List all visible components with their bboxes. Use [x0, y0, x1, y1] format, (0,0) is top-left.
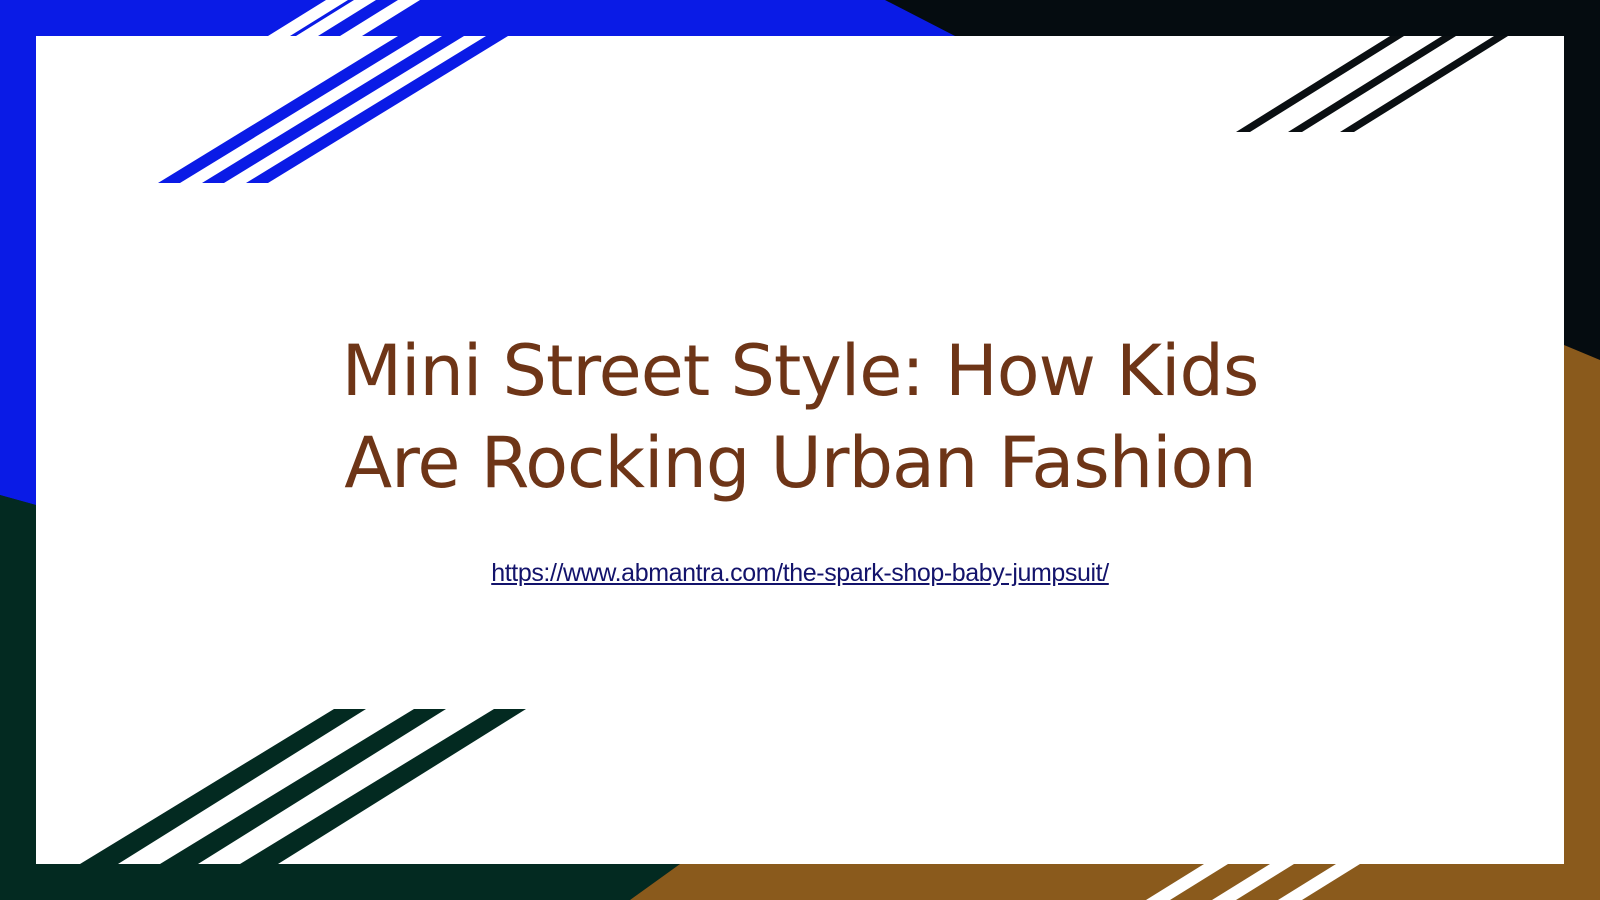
source-link[interactable]: https://www.abmantra.com/the-spark-shop-…	[300, 556, 1300, 590]
slide-title-line-2: Are Rocking Urban Fashion	[344, 422, 1256, 504]
slide-title: Mini Street Style: How Kids Are Rocking …	[200, 325, 1400, 509]
slide-title-line-1: Mini Street Style: How Kids	[341, 330, 1260, 412]
slide-stage: Mini Street Style: How Kids Are Rocking …	[0, 0, 1600, 900]
